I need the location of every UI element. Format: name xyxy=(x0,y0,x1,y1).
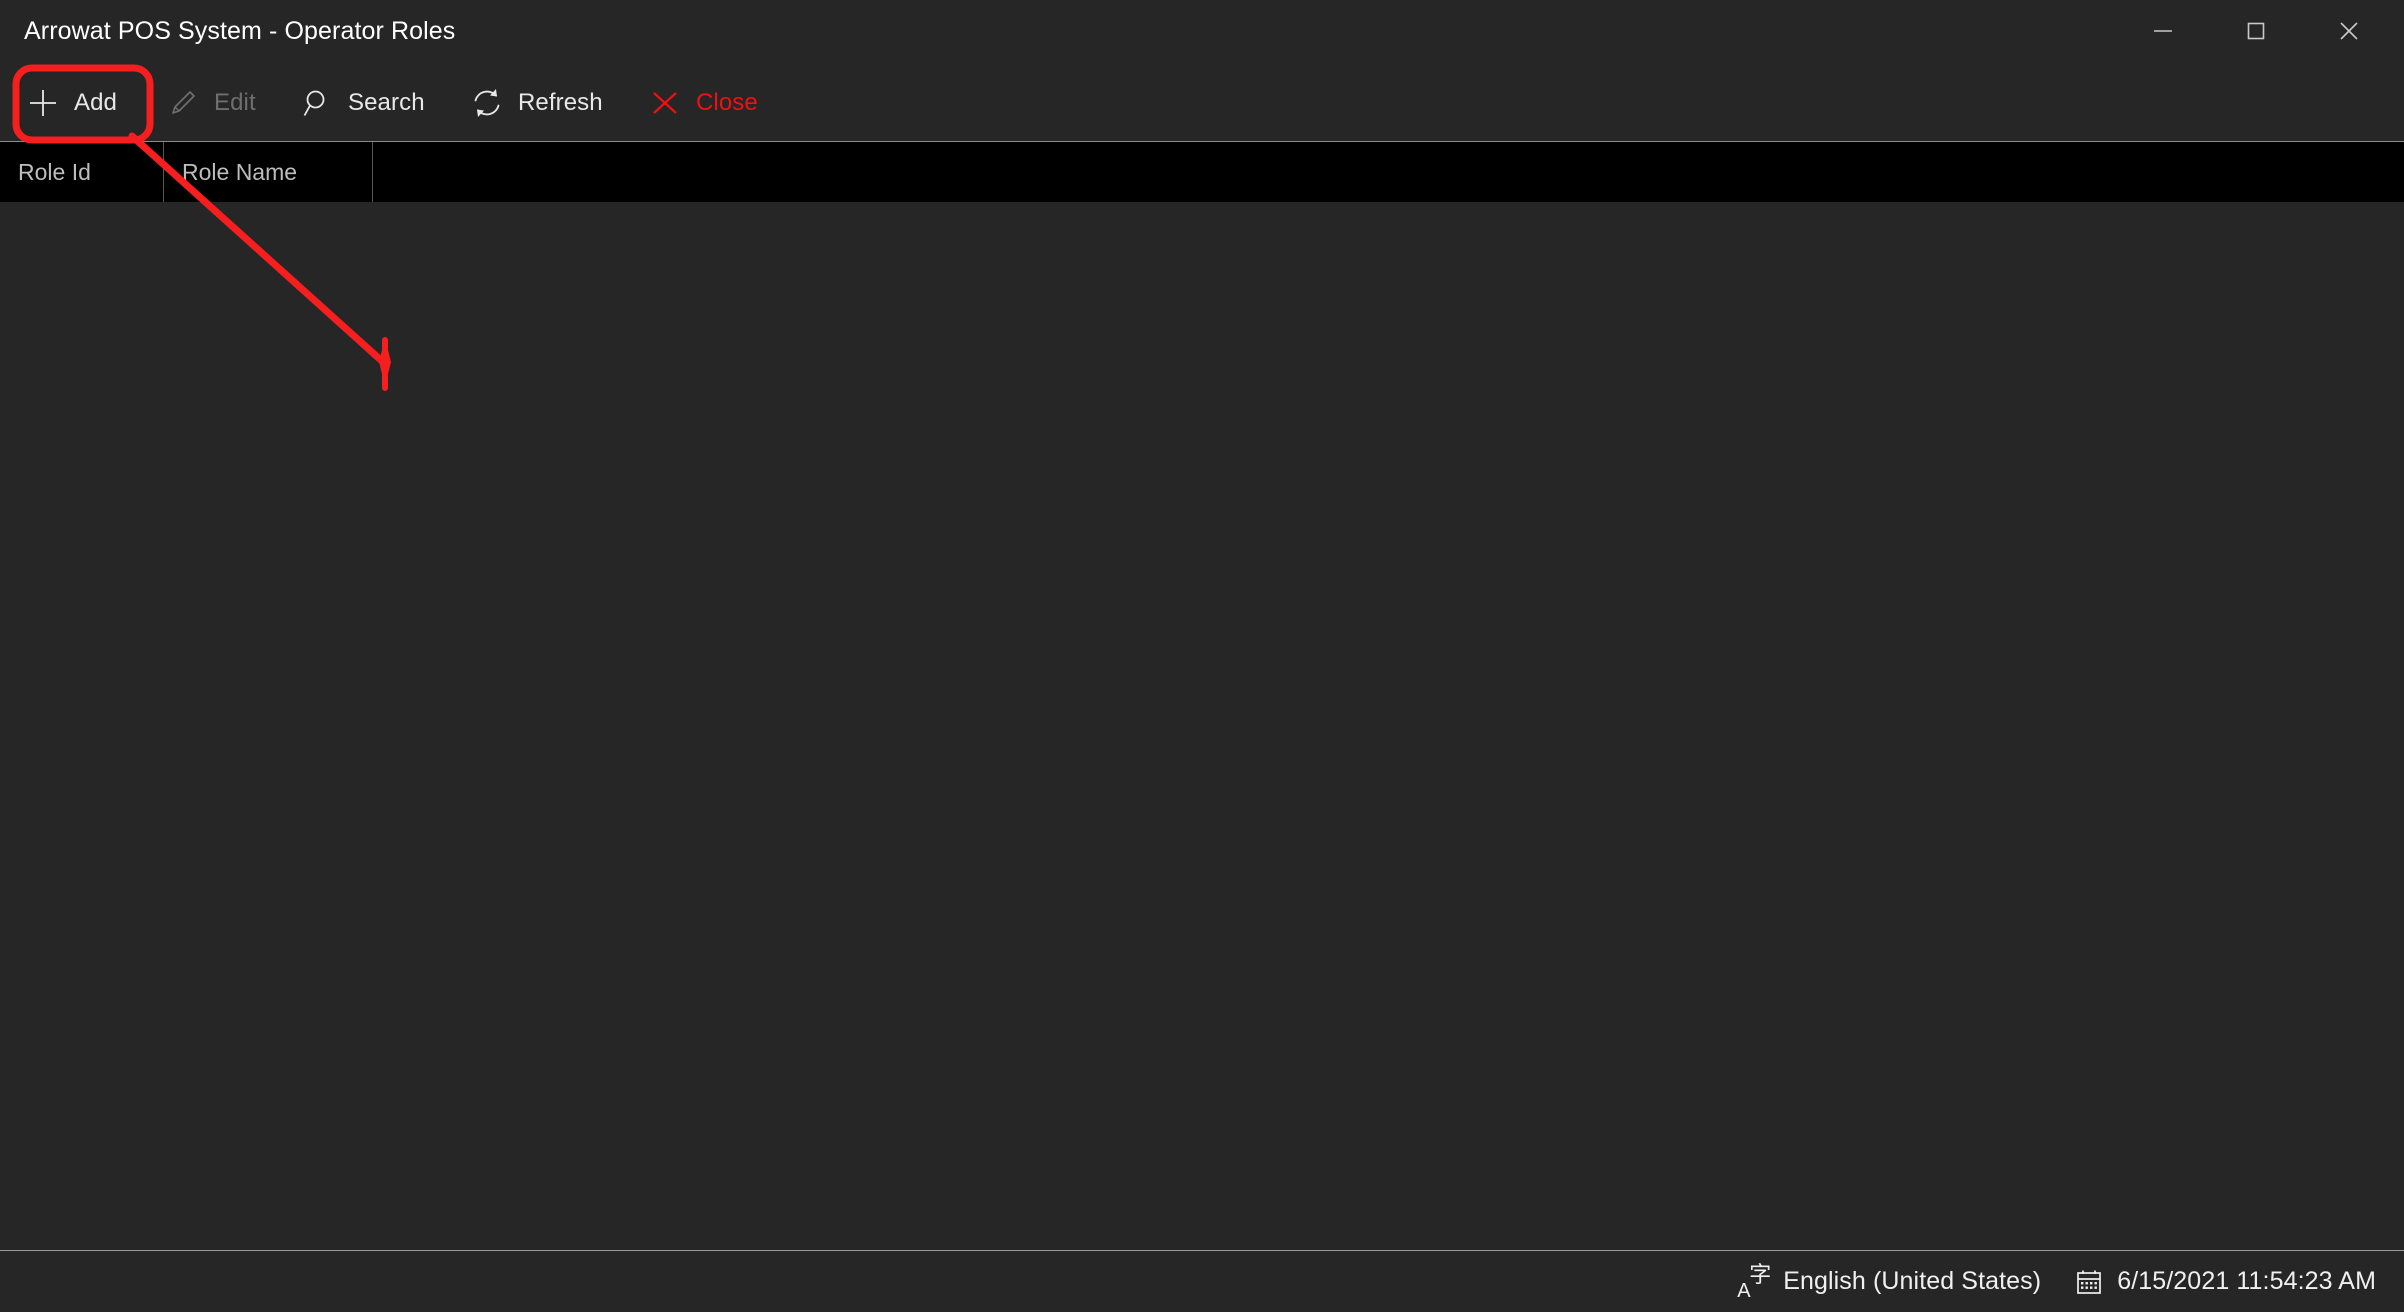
pencil-icon xyxy=(166,86,200,120)
title-bar: Arrowat POS System - Operator Roles xyxy=(0,0,2404,65)
input-language-icon-glyph: 字 xyxy=(1749,1261,1772,1287)
x-icon xyxy=(648,86,682,120)
window-title: Arrowat POS System - Operator Roles xyxy=(24,17,456,45)
close-form-button[interactable]: Close xyxy=(640,65,766,141)
minimize-icon xyxy=(2150,18,2176,44)
maximize-icon xyxy=(2243,18,2269,44)
column-header-role-id-label: Role Id xyxy=(18,158,91,185)
maximize-button[interactable] xyxy=(2221,0,2291,62)
close-form-button-label: Close xyxy=(696,89,758,116)
grid-header-row: Role Id Role Name xyxy=(0,142,2404,202)
refresh-button[interactable]: Refresh xyxy=(462,65,611,141)
status-language-label: English (United States) xyxy=(1783,1267,2042,1295)
edit-button[interactable]: Edit xyxy=(158,65,264,141)
minimize-button[interactable] xyxy=(2128,0,2198,62)
status-bar: A 字 English (United States) 6/15/2021 11… xyxy=(0,1250,2404,1312)
calendar-icon xyxy=(2075,1268,2103,1296)
application-window: Arrowat POS System - Operator Roles Add … xyxy=(0,0,2404,1312)
refresh-icon xyxy=(470,86,504,120)
toolbar: Add Edit Search Refresh Close xyxy=(0,65,2404,141)
status-language[interactable]: A 字 English (United States) xyxy=(1737,1261,2042,1301)
plus-icon xyxy=(26,86,60,120)
column-header-role-name-label: Role Name xyxy=(182,158,298,185)
column-header-filler xyxy=(373,142,2404,202)
input-language-icon: A 字 xyxy=(1737,1261,1772,1301)
status-datetime-label: 6/15/2021 11:54:23 AM xyxy=(2117,1267,2376,1295)
column-header-role-name[interactable]: Role Name xyxy=(164,142,373,202)
add-button[interactable]: Add xyxy=(18,65,125,141)
grid-body-empty[interactable] xyxy=(0,203,2404,1250)
window-close-button[interactable] xyxy=(2314,0,2384,62)
search-button[interactable]: Search xyxy=(292,65,433,141)
add-button-label: Add xyxy=(74,89,118,116)
search-button-label: Search xyxy=(348,89,425,116)
magnifier-icon xyxy=(300,86,334,120)
status-datetime[interactable]: 6/15/2021 11:54:23 AM xyxy=(2075,1267,2376,1296)
column-header-role-id[interactable]: Role Id xyxy=(0,142,164,202)
roles-data-grid: Role Id Role Name xyxy=(0,141,2404,1250)
refresh-button-label: Refresh xyxy=(518,89,603,116)
close-icon xyxy=(2336,18,2362,44)
edit-button-label: Edit xyxy=(214,89,256,116)
